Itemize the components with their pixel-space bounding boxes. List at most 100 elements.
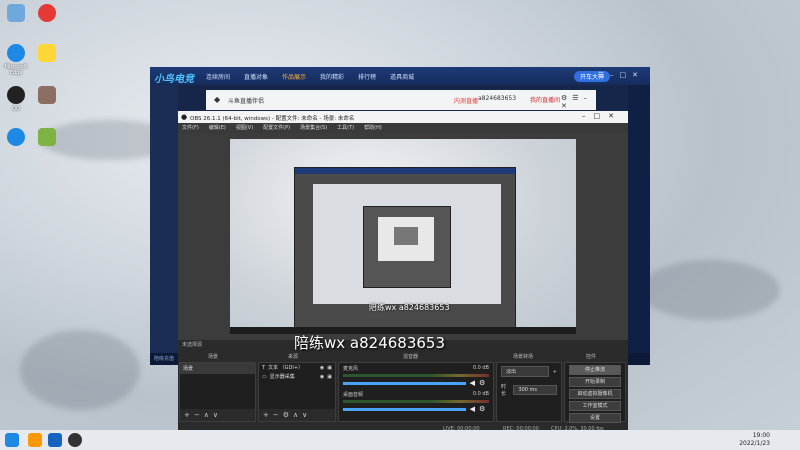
add-transition-icon[interactable]: + [553, 369, 557, 375]
mixer-channel: 麦克风 0.0 dB ◀ ⚙ [339, 363, 493, 389]
taskbar-app-icon[interactable] [28, 433, 42, 447]
helper-title: 斗鱼直播伴侣 [228, 98, 265, 105]
recycle-bin-icon [7, 4, 25, 22]
douyu-helper-window: ◆ 斗鱼直播伴侣 内测直播 a824683653 我的直播间 ⚙☰–✕ [206, 90, 596, 110]
client-nav-item[interactable]: 排行榜 [358, 72, 376, 81]
obs-title-text: OBS 26.1.1 (64-bit, windows) - 配置文件: 未命名… [190, 116, 355, 122]
scenes-dock: 场景 +−∧∨ [179, 362, 256, 422]
wallpaper-streak [20, 330, 140, 410]
client-nav: 连续房间 直播对象 作品展示 我的精彩 排行榜 道具商城 [206, 72, 414, 81]
qq-icon [7, 86, 25, 104]
eye-icon[interactable]: ◉ [320, 365, 324, 371]
dock-title-sources: 来源 [288, 354, 299, 360]
duration-input[interactable]: 300 ms [513, 385, 557, 395]
menu-file[interactable]: 文件(F) [182, 123, 199, 133]
audio-meter [343, 400, 489, 403]
volume-slider[interactable] [343, 382, 466, 385]
watermark-text: 陪练wx a824683653 [294, 334, 445, 352]
client-nav-item[interactable]: 直播对象 [244, 72, 268, 81]
gear-icon[interactable]: ⚙ [479, 405, 485, 413]
controls-dock: 停止推流 开始录制 启动虚拟摄像机 工作室模式 设置 退出 [564, 362, 626, 435]
nested-watermark: 陪练wx a824683653 [369, 303, 450, 312]
mixer-channel-name: 麦克风 [343, 366, 359, 372]
mixer-channel-db: 0.0 dB [472, 365, 489, 371]
obs-preview[interactable]: 陪练wx a824683653 [178, 133, 628, 340]
mixer-channel: 桌面音频 0.0 dB ◀ ⚙ [339, 389, 493, 415]
source-item[interactable]: T 文本 （GDI+） ◉ ▣ [259, 363, 335, 372]
eye-icon[interactable]: ◉ [320, 374, 324, 380]
dock-title-scenes: 场景 [208, 354, 219, 360]
sources-toolbar[interactable]: +−⚙∧∨ [259, 409, 335, 421]
menu-scene-collection[interactable]: 场景集合(S) [300, 123, 327, 133]
helper-window-controls[interactable]: ⚙☰–✕ [561, 94, 596, 110]
helper-home-link[interactable]: 我的直播间 [530, 95, 560, 104]
text-icon: T [262, 364, 266, 371]
audio-meter [343, 374, 489, 377]
speaker-icon[interactable]: ◀ [470, 379, 475, 387]
desktop-icon-6[interactable] [29, 86, 65, 106]
client-right-panel [628, 85, 650, 365]
tripadvisor-icon [38, 44, 56, 62]
menu-profile[interactable]: 配置文件(P) [263, 123, 290, 133]
helper-account[interactable]: a824683653 [478, 95, 516, 102]
clock-time: 19:00 [752, 432, 770, 439]
source-name: 显示器采集 [269, 374, 295, 380]
nested-capture-2 [363, 206, 451, 288]
clock-date: 2022/1/23 [739, 440, 770, 447]
desktop-icon-8[interactable] [29, 128, 65, 148]
mixer-dock: 麦克风 0.0 dB ◀ ⚙ 桌面音频 0.0 dB ◀ ⚙ [338, 362, 494, 422]
menu-view[interactable]: 视图(V) [236, 123, 253, 133]
lock-icon[interactable]: ▣ [327, 374, 332, 380]
game-icon [38, 86, 56, 104]
obs-window-controls[interactable]: –□✕ [582, 112, 622, 120]
nested-capture-3 [394, 227, 418, 245]
settings-button[interactable]: 设置 [569, 413, 621, 423]
stop-streaming-button[interactable]: 停止推流 [569, 365, 621, 375]
taskbar-app-icon[interactable] [48, 433, 62, 447]
game-icon [38, 128, 56, 146]
helper-live-badge[interactable]: 内测直播 [454, 96, 478, 105]
nested-capture: 陪练wx a824683653 [294, 167, 516, 331]
windows-start-icon[interactable] [5, 433, 19, 447]
mixer-channel-name: 桌面音频 [343, 392, 364, 398]
speaker-icon[interactable]: ◀ [470, 405, 475, 413]
obs-menubar: 文件(F) 编辑(E) 视图(V) 配置文件(P) 场景集合(S) 工具(T) … [178, 123, 628, 133]
transition-select[interactable]: 淡出 [501, 366, 549, 377]
client-window-controls[interactable]: ☰–□✕ [598, 71, 644, 79]
lock-icon[interactable]: ▣ [327, 365, 332, 371]
obs-titlebar: ● OBS 26.1.1 (64-bit, windows) - 配置文件: 未… [178, 111, 628, 123]
desktop-icon-2[interactable] [29, 4, 65, 24]
preview-canvas: 陪练wx a824683653 [230, 139, 576, 334]
dock-title-mixer: 混音器 [403, 354, 419, 360]
menu-tools[interactable]: 工具(T) [337, 123, 354, 133]
client-footer-link[interactable]: 陪练充值 [154, 355, 174, 362]
studio-mode-button[interactable]: 工作室模式 [569, 401, 621, 411]
volume-slider[interactable] [343, 408, 466, 411]
menu-help[interactable]: 帮助(H) [364, 123, 382, 133]
taskbar-clock[interactable]: 19:00 2022/1/23 [739, 432, 770, 448]
kugou-icon [7, 128, 25, 146]
menu-edit[interactable]: 编辑(E) [209, 123, 226, 133]
obs-taskbar-icon[interactable] [68, 433, 82, 447]
start-recording-button[interactable]: 开始录制 [569, 377, 621, 387]
wallpaper-streak [640, 260, 780, 320]
client-nav-item[interactable]: 我的精彩 [320, 72, 344, 81]
client-header: 小鸟电竞 连续房间 直播对象 作品展示 我的精彩 排行榜 道具商城 开车大神 ☰… [150, 67, 650, 85]
client-nav-item[interactable]: 道具商城 [390, 72, 414, 81]
dock-title-controls: 控件 [586, 354, 597, 360]
desktop-icon-4[interactable] [29, 44, 65, 64]
client-logo: 小鸟电竞 [154, 74, 194, 85]
source-name: 文本 （GDI+） [268, 365, 304, 371]
scenes-toolbar[interactable]: +−∧∨ [180, 409, 255, 421]
client-nav-item[interactable]: 连续房间 [206, 72, 230, 81]
source-item[interactable]: ▭ 显示器采集 ◉ ▣ [259, 372, 335, 381]
scene-item[interactable]: 场景 [180, 363, 255, 374]
client-nav-item-active[interactable]: 作品展示 [282, 72, 306, 81]
virtual-camera-button[interactable]: 启动虚拟摄像机 [569, 389, 621, 399]
gear-icon[interactable]: ⚙ [479, 379, 485, 387]
sources-dock: T 文本 （GDI+） ◉ ▣ ▭ 显示器采集 ◉ ▣ +−⚙∧∨ [258, 362, 336, 422]
obs-window: ● OBS 26.1.1 (64-bit, windows) - 配置文件: 未… [178, 111, 628, 435]
edge-icon [7, 44, 25, 62]
obs-logo-icon: ● [181, 113, 188, 121]
dock-title-transitions: 场景转场 [513, 354, 534, 360]
